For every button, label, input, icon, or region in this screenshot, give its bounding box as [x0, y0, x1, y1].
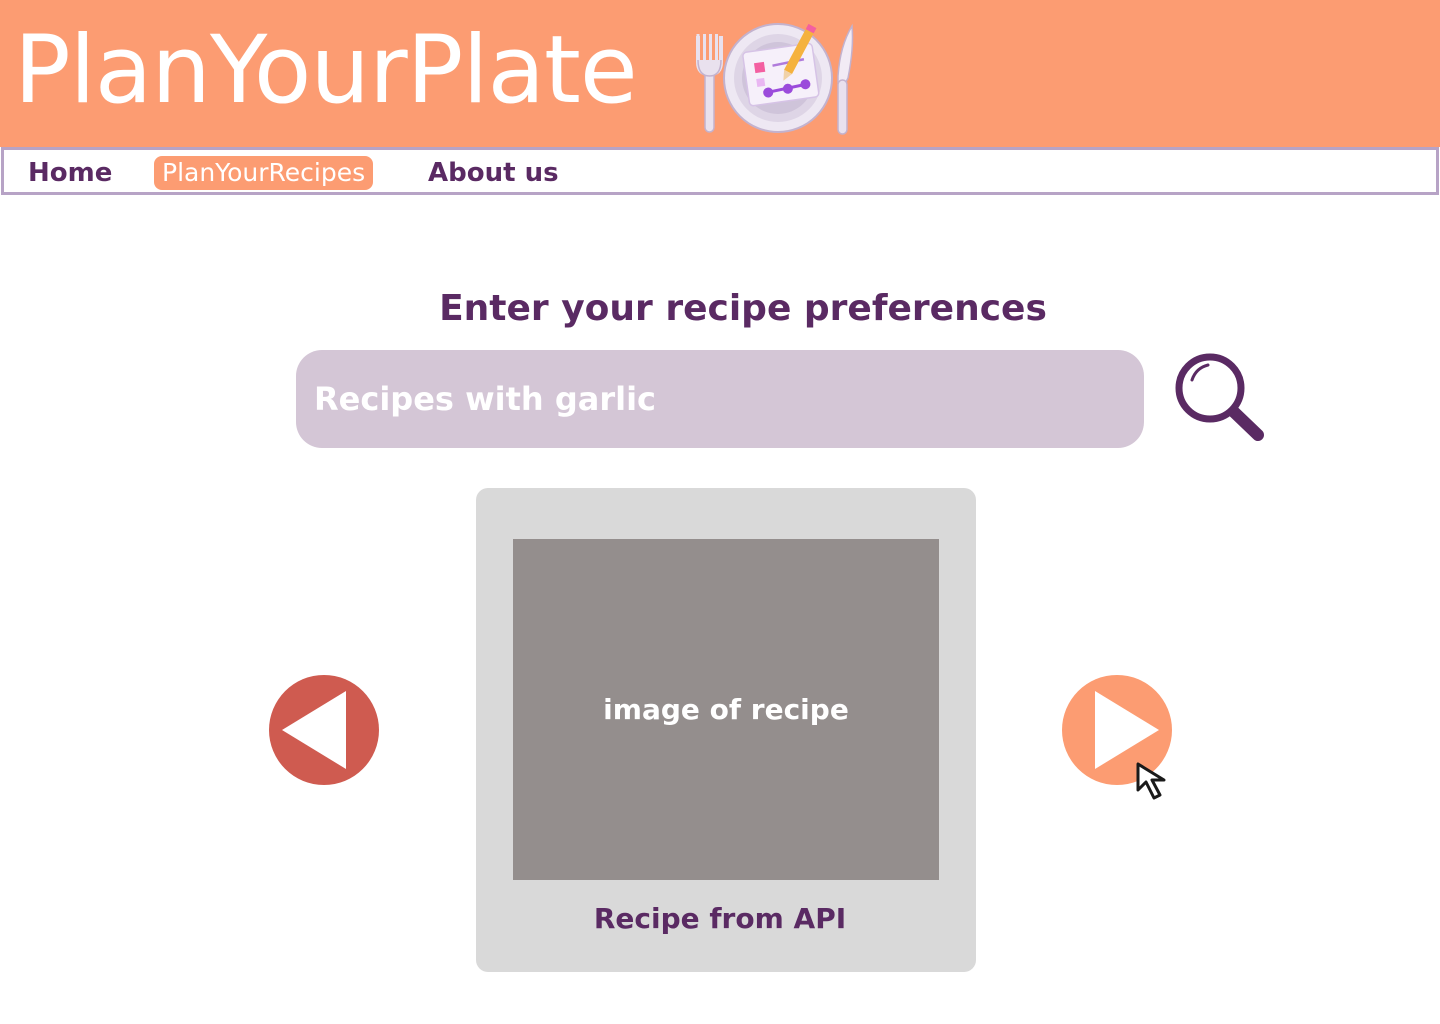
recipe-caption: Recipe from API	[593, 902, 847, 935]
nav-item-home[interactable]: Home	[28, 156, 112, 190]
nav-item-planyourrecipes[interactable]: PlanYourRecipes	[154, 156, 374, 190]
recipe-card[interactable]: image of recipe Recipe from API	[476, 488, 976, 972]
preferences-heading: Enter your recipe preferences	[439, 288, 1047, 329]
recipe-image-placeholder: image of recipe	[513, 539, 939, 880]
recipe-image-label: image of recipe	[603, 693, 849, 726]
plate-with-planner-and-cutlery-icon	[696, 23, 854, 135]
mouse-pointer-icon	[1136, 762, 1166, 800]
nav-item-about-us[interactable]: About us	[428, 156, 559, 190]
app-title: PlanYourPlate	[14, 16, 638, 125]
main-nav: Home PlanYourRecipes About us	[1, 147, 1439, 195]
magnifying-glass-icon[interactable]	[1172, 352, 1268, 444]
search-input[interactable]	[296, 350, 1144, 448]
app-header: PlanYourPlate	[0, 0, 1440, 147]
previous-recipe-button[interactable]	[268, 674, 380, 786]
